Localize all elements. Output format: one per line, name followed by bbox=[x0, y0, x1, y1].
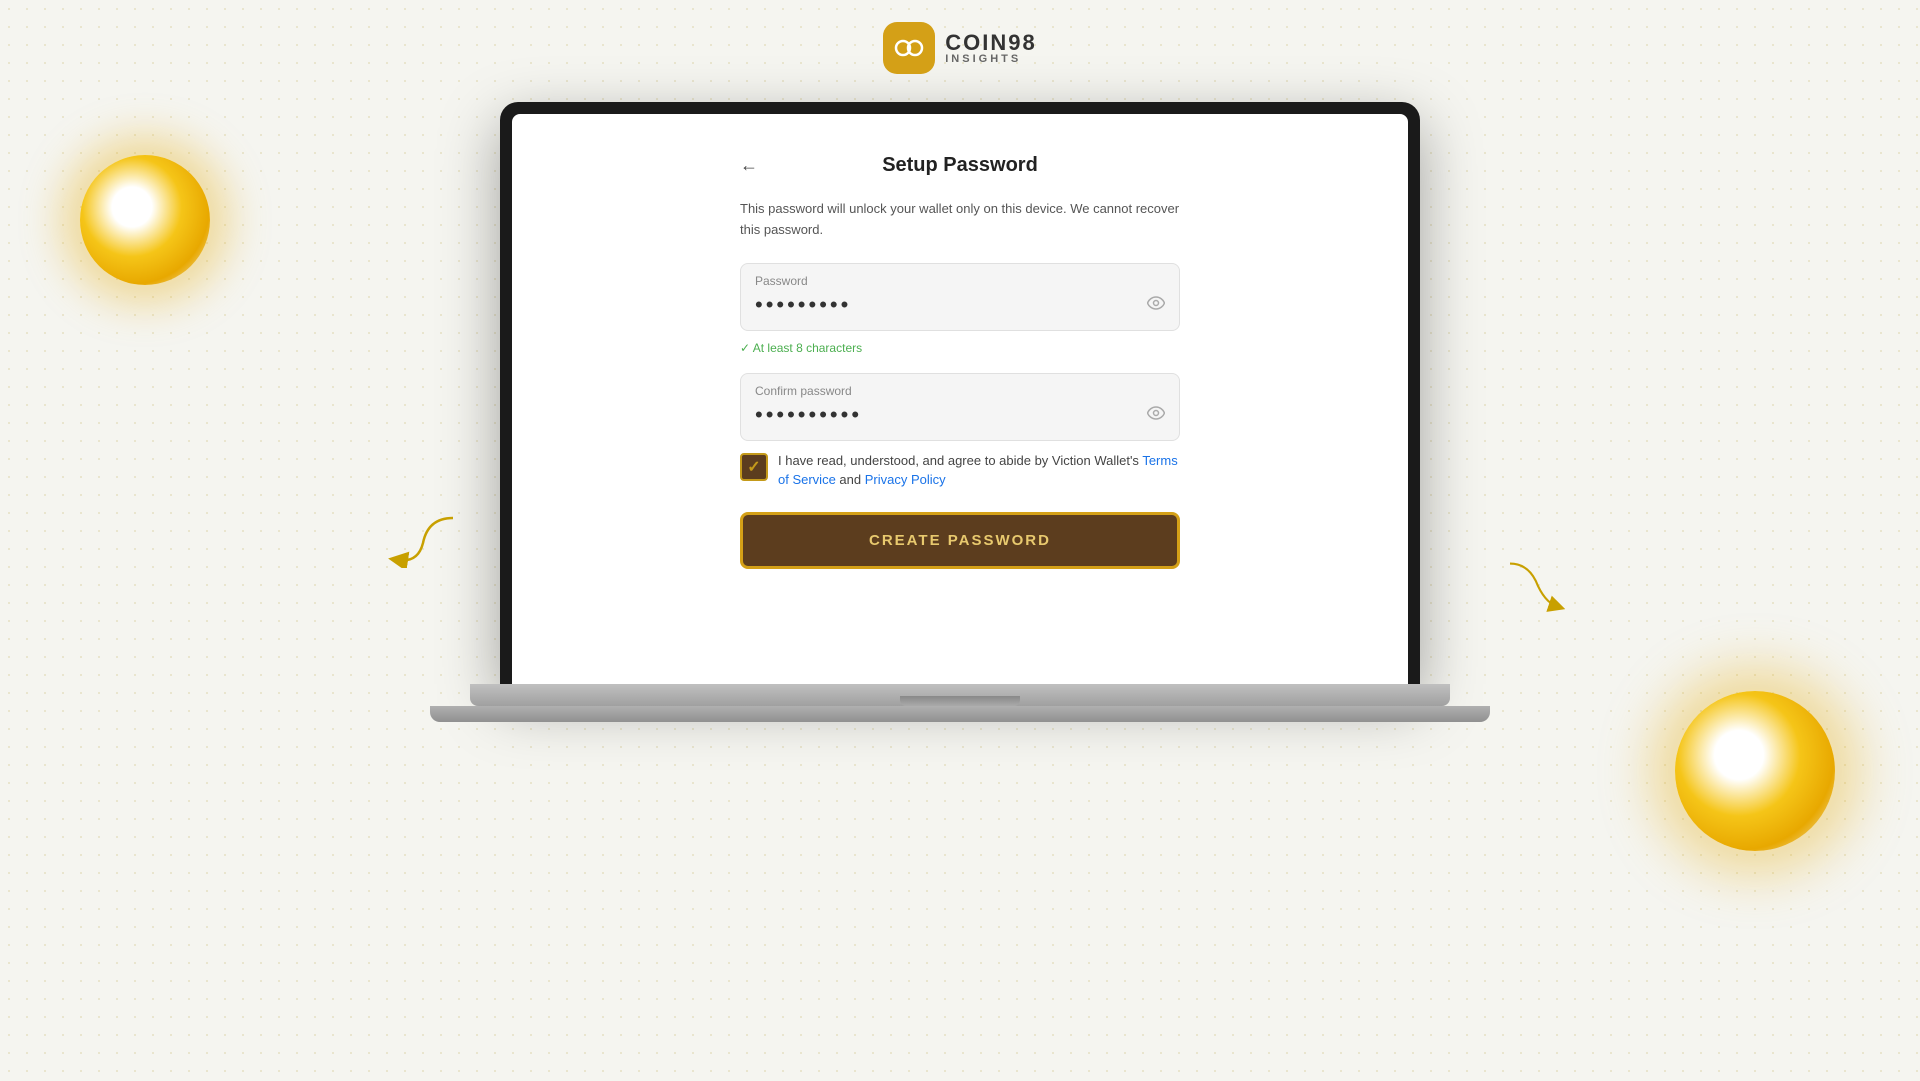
arrow-annotation-right bbox=[1495, 555, 1585, 620]
terms-checkbox[interactable]: ✓ bbox=[740, 453, 768, 481]
back-button[interactable]: ← bbox=[740, 155, 758, 176]
decorative-glow-left bbox=[80, 155, 210, 285]
password-row: ••••••••• bbox=[755, 292, 1165, 318]
confirm-eye-icon[interactable] bbox=[1147, 406, 1165, 423]
create-password-button[interactable]: CREATE PASSWORD bbox=[740, 512, 1180, 569]
password-input-group: Password ••••••••• bbox=[740, 263, 1180, 331]
terms-checkbox-row: ✓ I have read, understood, and agree to … bbox=[740, 451, 1180, 490]
logo-icon bbox=[883, 22, 935, 74]
page-description: This password will unlock your wallet on… bbox=[740, 199, 1180, 241]
confirm-password-input-group: Confirm password •••••••••• bbox=[740, 373, 1180, 441]
page-header: ← Setup Password bbox=[740, 154, 1180, 177]
terms-label: I have read, understood, and agree to ab… bbox=[778, 451, 1180, 490]
laptop-bottom bbox=[430, 706, 1490, 722]
laptop-screen-frame: ← Setup Password This password will unlo… bbox=[500, 102, 1420, 684]
page-title: Setup Password bbox=[740, 154, 1180, 177]
screen-content: ← Setup Password This password will unlo… bbox=[740, 154, 1180, 569]
laptop-screen: ← Setup Password This password will unlo… bbox=[512, 114, 1408, 684]
confirm-password-dots[interactable]: •••••••••• bbox=[755, 402, 1147, 428]
validation-message: ✓ At least 8 characters bbox=[740, 341, 1180, 355]
laptop-base bbox=[470, 684, 1450, 706]
logo-name: COIN98 bbox=[945, 32, 1036, 54]
privacy-link[interactable]: Privacy Policy bbox=[865, 472, 946, 487]
decorative-glow-right bbox=[1675, 691, 1835, 851]
arrow-annotation-left bbox=[368, 508, 458, 573]
password-dots[interactable]: ••••••••• bbox=[755, 292, 1147, 318]
confirm-password-label: Confirm password bbox=[755, 384, 1165, 398]
confirm-password-row: •••••••••• bbox=[755, 402, 1165, 428]
logo-text: COIN98 INSIGHTS bbox=[945, 32, 1036, 65]
password-eye-icon[interactable] bbox=[1147, 296, 1165, 313]
password-label: Password bbox=[755, 274, 1165, 288]
logo-sub: INSIGHTS bbox=[945, 54, 1036, 65]
site-header: COIN98 INSIGHTS bbox=[883, 22, 1036, 74]
laptop-frame: ← Setup Password This password will unlo… bbox=[430, 102, 1490, 722]
checkmark-icon: ✓ bbox=[747, 457, 760, 477]
